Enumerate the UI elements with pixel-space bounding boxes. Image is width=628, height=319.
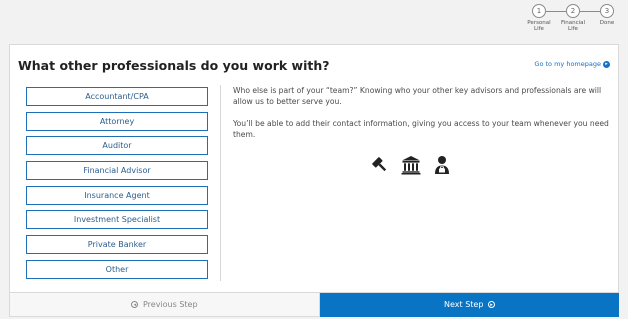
arrow-right-circle-icon: ▸ [603,60,610,68]
description-paragraph: Who else is part of your “team?” Knowing… [233,86,602,106]
homepage-link[interactable]: Go to my homepage ▸ [534,60,610,68]
step-number: 1 [532,4,546,18]
step-done: 3 Done [590,4,624,26]
step-label: Life [534,26,544,32]
team-icons [371,154,458,176]
progress-stepper: 1 Personal Life 2 Financial Life 3 Done [522,4,622,40]
step-navigation: ◂ Previous Step Next Step ▸ [9,293,619,317]
arrow-right-circle-icon: ▸ [487,301,495,308]
option-private-banker-button[interactable]: Private Banker [26,235,208,255]
arrow-left-circle-icon: ◂ [131,301,139,308]
step-label: Done [599,20,615,26]
bank-icon [401,155,421,174]
homepage-link-label: Go to my homepage [534,60,601,68]
option-accountant-cpa-button[interactable]: Accountant/CPA [26,87,208,106]
option-other-button[interactable]: Other [26,259,208,279]
gavel-icon [372,156,387,171]
option-auditor-button[interactable]: Auditor [26,136,208,156]
step-number: 3 [600,4,614,18]
professionals-card: What other professionals do you work wit… [9,44,619,293]
advisor-icon [435,155,450,174]
option-insurance-agent-button[interactable]: Insurance Agent [26,185,208,205]
step-financial-life: 2 Financial Life [556,4,590,32]
description-paragraph: You’ll be able to add their contact info… [233,119,609,139]
description: Who else is part of your “team?” Knowing… [233,85,613,151]
step-personal-life: 1 Personal Life [522,4,556,32]
option-investment-specialist-button[interactable]: Investment Specialist [26,210,208,230]
step-label: Life [568,26,578,32]
page-title: What other professionals do you work wit… [18,58,330,73]
previous-step-button[interactable]: ◂ Previous Step [9,293,320,317]
column-divider [220,85,221,281]
previous-step-label: Previous Step [142,300,198,309]
step-number: 2 [566,4,580,18]
option-financial-advisor-button[interactable]: Financial Advisor [26,161,208,181]
next-step-button[interactable]: Next Step ▸ [320,293,619,317]
next-step-label: Next Step [444,300,484,309]
professional-options: Accountant/CPA Attorney Auditor Financia… [26,87,208,285]
option-attorney-button[interactable]: Attorney [26,111,208,131]
